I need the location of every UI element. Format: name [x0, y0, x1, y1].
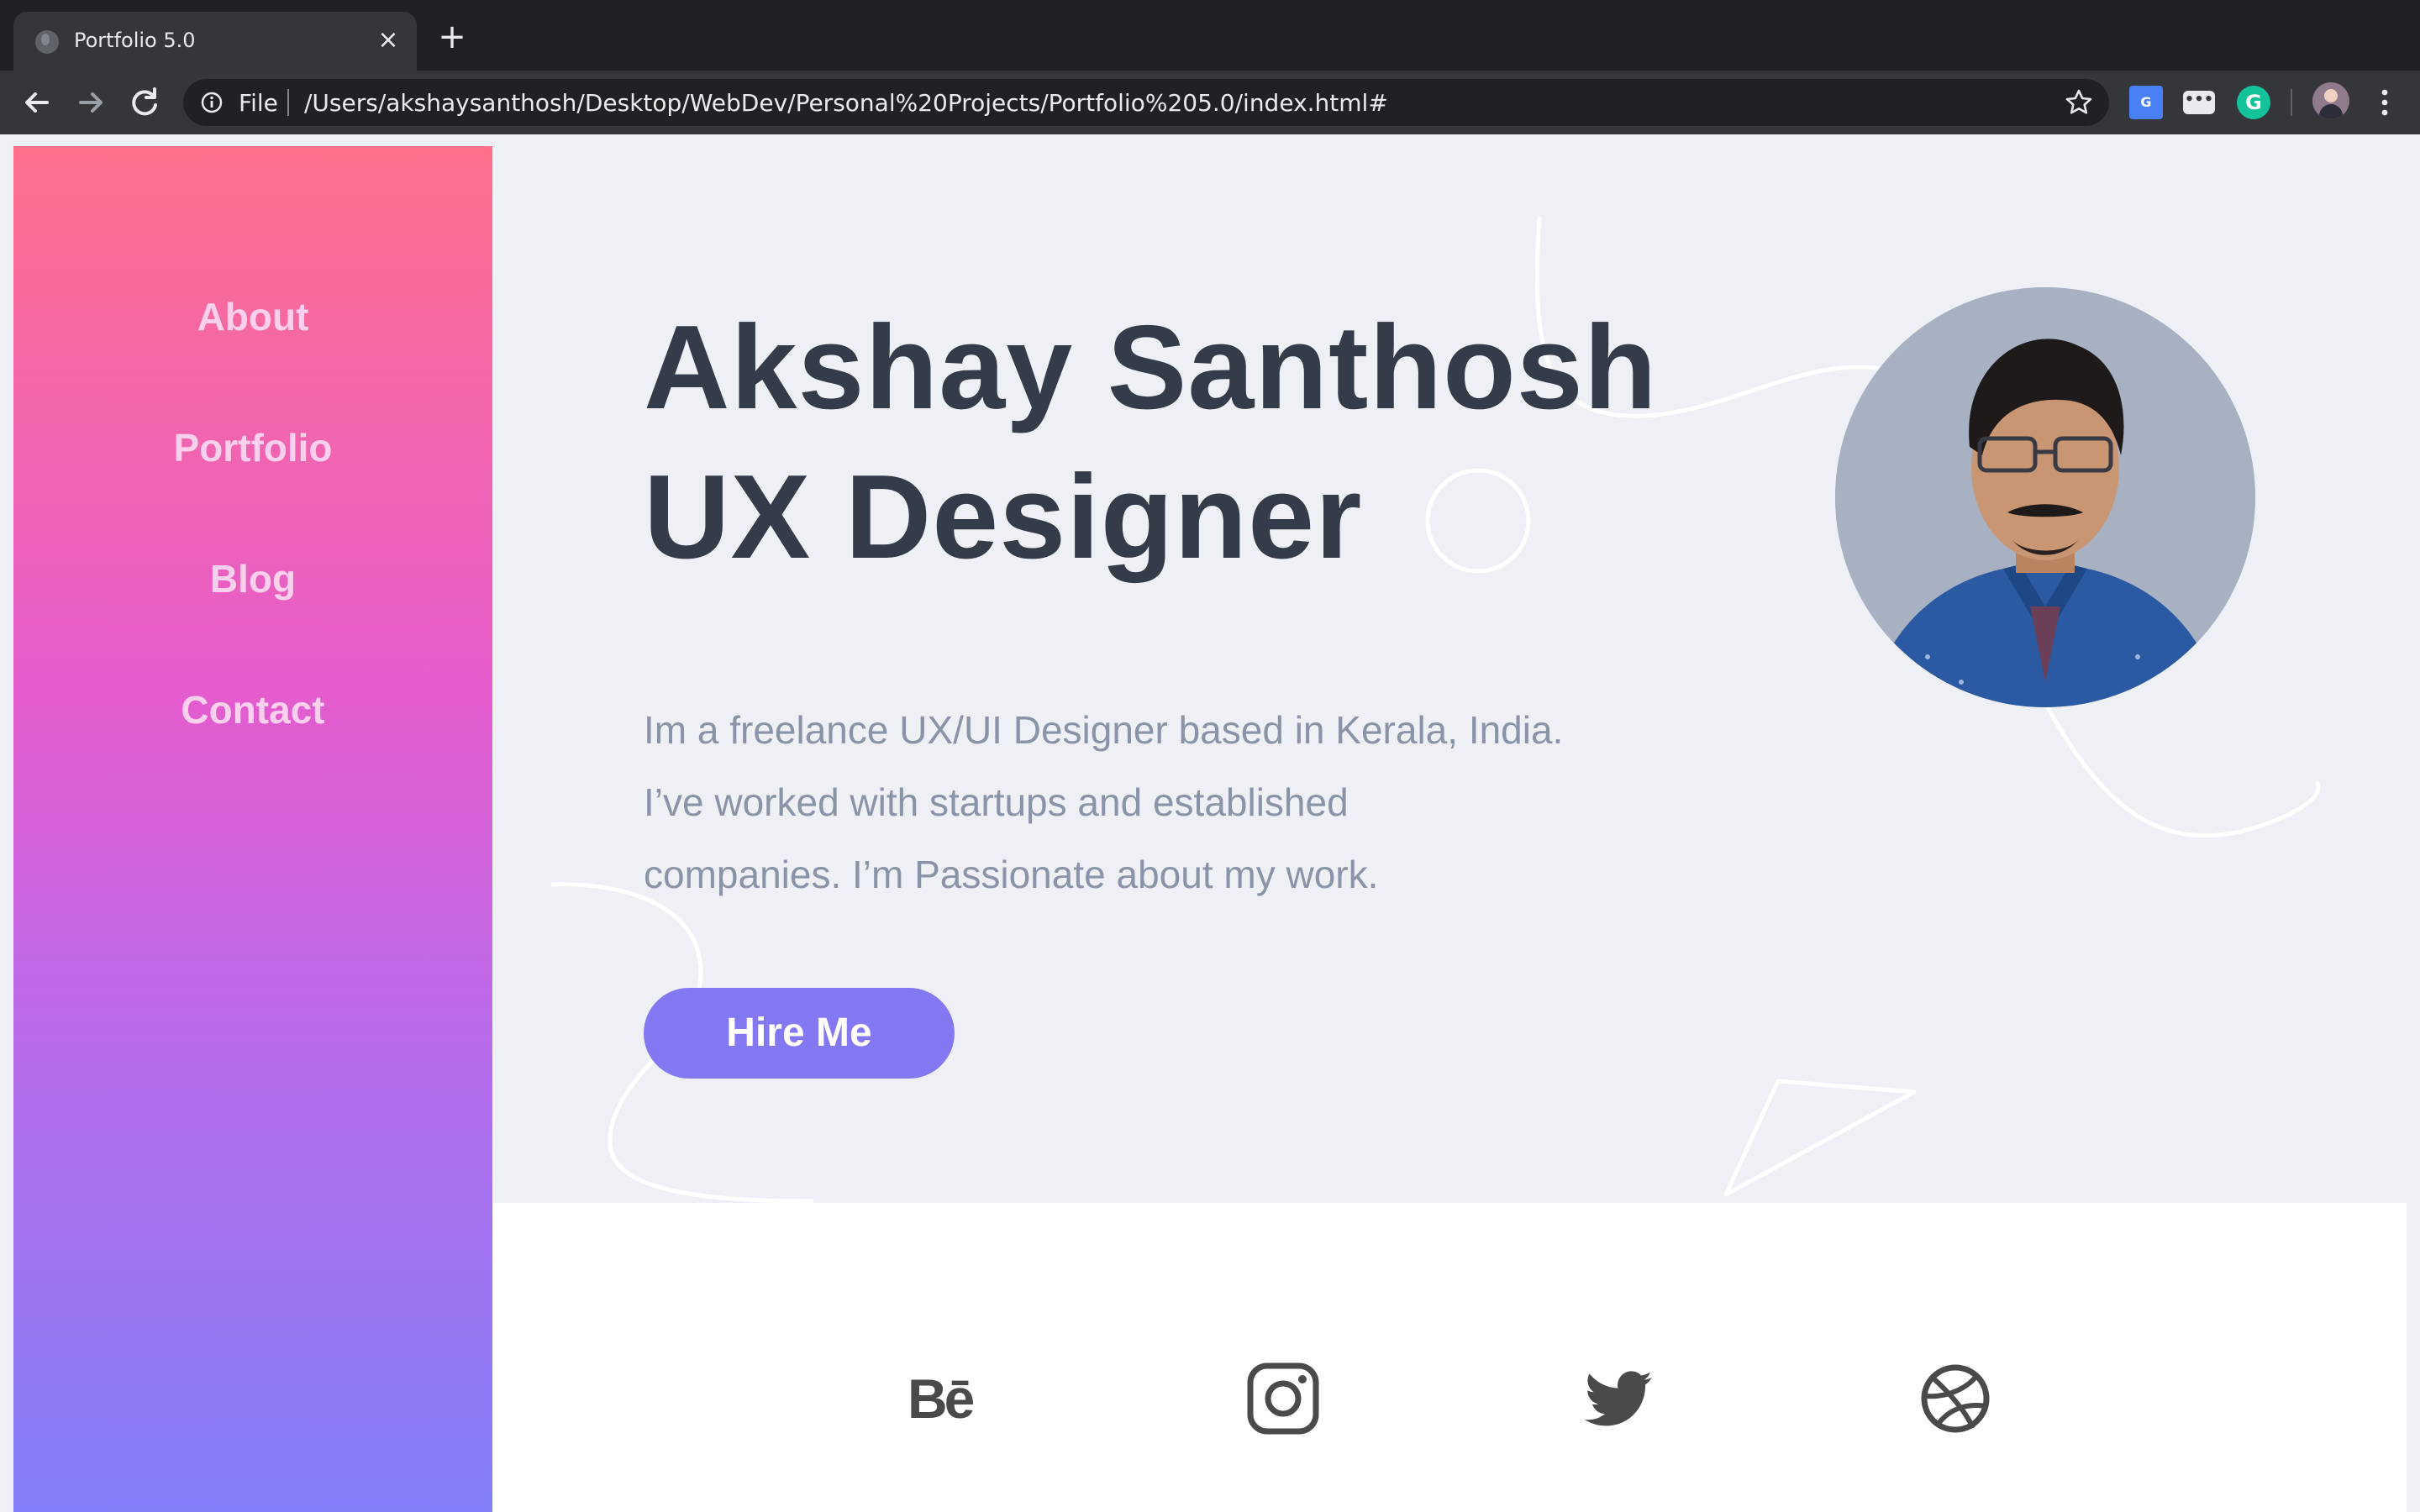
url-scheme-label: File	[239, 89, 278, 117]
tab-title: Portfolio 5.0	[74, 29, 196, 52]
bio-line: I’ve worked with startups and establishe…	[644, 780, 1349, 824]
behance-icon[interactable]: Bē	[908, 1362, 980, 1435]
reload-icon[interactable]	[124, 82, 165, 123]
browser-tab[interactable]: Portfolio 5.0 ×	[13, 12, 417, 71]
hero-bio: Im a freelance UX/UI Designer based in K…	[644, 694, 1652, 911]
tab-close-button[interactable]: ×	[371, 24, 405, 57]
twitter-icon[interactable]	[1583, 1362, 1655, 1435]
bio-line: Im a freelance UX/UI Designer based in K…	[644, 708, 1564, 752]
profile-avatar[interactable]	[2312, 82, 2349, 119]
toolbar-divider	[2291, 89, 2292, 116]
address-bar[interactable]: File /Users/akshaysanthosh/Desktop/WebDe…	[183, 79, 2109, 126]
more-extension-icon[interactable]: •••	[2183, 91, 2215, 114]
browser-toolbar: File /Users/akshaysanthosh/Desktop/WebDe…	[0, 71, 2420, 134]
new-tab-button[interactable]: +	[435, 20, 469, 55]
social-links-bar: Bē	[492, 1203, 2407, 1512]
translate-extension-icon[interactable]: G	[2129, 86, 2163, 119]
url-text[interactable]: /Users/akshaysanthosh/Desktop/WebDev/Per…	[304, 89, 1388, 117]
nav-link-portfolio[interactable]: Portfolio	[13, 425, 492, 470]
hero-name: Akshay Santhosh	[644, 301, 1658, 434]
dribbble-icon[interactable]	[1919, 1362, 1991, 1435]
portrait-illustration	[1835, 287, 2255, 707]
url-separator	[287, 89, 289, 116]
hire-me-button[interactable]: Hire Me	[644, 988, 955, 1079]
grammarly-extension-icon[interactable]: G	[2237, 86, 2270, 119]
bookmark-star-icon[interactable]	[2062, 86, 2096, 119]
tab-strip: Portfolio 5.0 × +	[0, 0, 2420, 71]
globe-icon	[35, 30, 59, 54]
back-arrow-icon[interactable]	[17, 82, 57, 123]
nav-link-about[interactable]: About	[13, 294, 492, 339]
bio-line: companies. I’m Passionate about my work.	[644, 853, 1379, 896]
profile-photo	[1835, 287, 2255, 707]
info-icon[interactable]	[200, 91, 224, 114]
nav-link-blog[interactable]: Blog	[13, 556, 492, 601]
forward-arrow-icon[interactable]	[71, 82, 111, 123]
instagram-icon[interactable]	[1247, 1362, 1319, 1435]
sidebar-nav: About Portfolio Blog Contact	[13, 146, 492, 1512]
hero-role: UX Designer	[644, 450, 1363, 584]
menu-kebab-icon[interactable]	[2368, 84, 2402, 121]
page-viewport: About Portfolio Blog Contact Akshay Sant…	[0, 134, 2420, 1512]
hero-section: Akshay Santhosh UX Designer Im a freelan…	[492, 134, 2407, 1203]
nav-link-contact[interactable]: Contact	[13, 687, 492, 732]
